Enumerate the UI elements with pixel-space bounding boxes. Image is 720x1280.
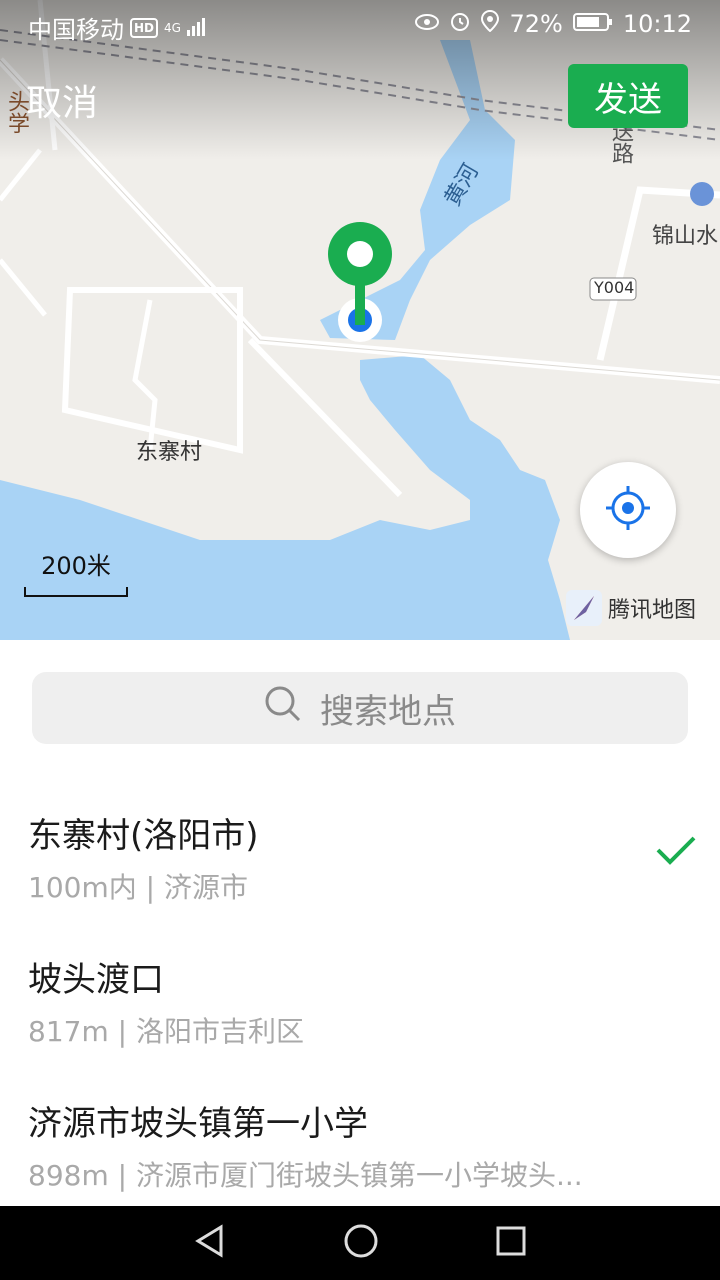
hd-badge: HD (130, 17, 159, 38)
location-status-icon (481, 9, 500, 38)
clock: 10:12 (622, 10, 692, 38)
carrier-label: 中国移动 (28, 16, 124, 44)
send-button[interactable]: 发送 (568, 64, 688, 128)
map-view[interactable]: 东寨村 黄河 Y004 锦山水 送路 头学 中国移动 HD 4G 72% 10:… (0, 0, 720, 640)
eye-icon (415, 10, 440, 38)
map-scale: 200米 (24, 546, 128, 597)
scale-label: 200米 (41, 552, 111, 580)
place-name: 东寨村(洛阳市) (28, 816, 259, 856)
recents-nav-button[interactable] (495, 1225, 527, 1261)
status-bar: 中国移动 HD 4G 72% 10:12 (0, 0, 720, 50)
map-provider-logo: 腾讯地图 (566, 590, 696, 626)
tencent-map-icon (566, 590, 602, 626)
search-placeholder: 搜索地点 (320, 691, 456, 732)
alarm-icon (449, 10, 471, 38)
place-detail: 898m | 济源市厦门街坡头镇第一小学坡头... (28, 1159, 583, 1192)
network-label: 4G (164, 20, 181, 35)
map-provider-label: 腾讯地图 (608, 598, 697, 623)
locate-me-button[interactable] (580, 462, 676, 558)
back-nav-button[interactable] (193, 1224, 227, 1262)
system-nav-bar (0, 1206, 720, 1280)
checkmark-icon (656, 836, 696, 870)
map-label-village: 东寨村 (136, 440, 203, 465)
place-name: 坡头渡口 (28, 960, 164, 1000)
map-label-road-y004: Y004 (594, 278, 635, 297)
place-item-0[interactable]: 东寨村(洛阳市) 100m内 | 济源市 (0, 786, 720, 926)
crosshair-icon (604, 484, 652, 536)
home-nav-button[interactable] (343, 1223, 379, 1263)
map-label-poi: 锦山水 (652, 224, 719, 249)
place-detail: 100m内 | 济源市 (28, 871, 248, 904)
place-detail: 817m | 洛阳市吉利区 (28, 1015, 304, 1048)
search-icon (264, 685, 302, 732)
location-panel: 搜索地点 东寨村(洛阳市) 100m内 | 济源市 坡头渡口 817m | 洛阳… (0, 640, 720, 1206)
scale-bar (24, 587, 128, 597)
place-item-1[interactable]: 坡头渡口 817m | 洛阳市吉利区 (0, 930, 720, 1070)
cancel-button[interactable]: 取消 (26, 74, 98, 126)
place-name: 济源市坡头镇第一小学 (28, 1104, 368, 1144)
signal-icon (186, 14, 207, 42)
search-input[interactable]: 搜索地点 (32, 672, 688, 744)
place-item-2[interactable]: 济源市坡头镇第一小学 898m | 济源市厦门街坡头镇第一小学坡头... (0, 1074, 720, 1214)
battery-percent: 72% (509, 10, 563, 38)
battery-icon (572, 10, 613, 38)
